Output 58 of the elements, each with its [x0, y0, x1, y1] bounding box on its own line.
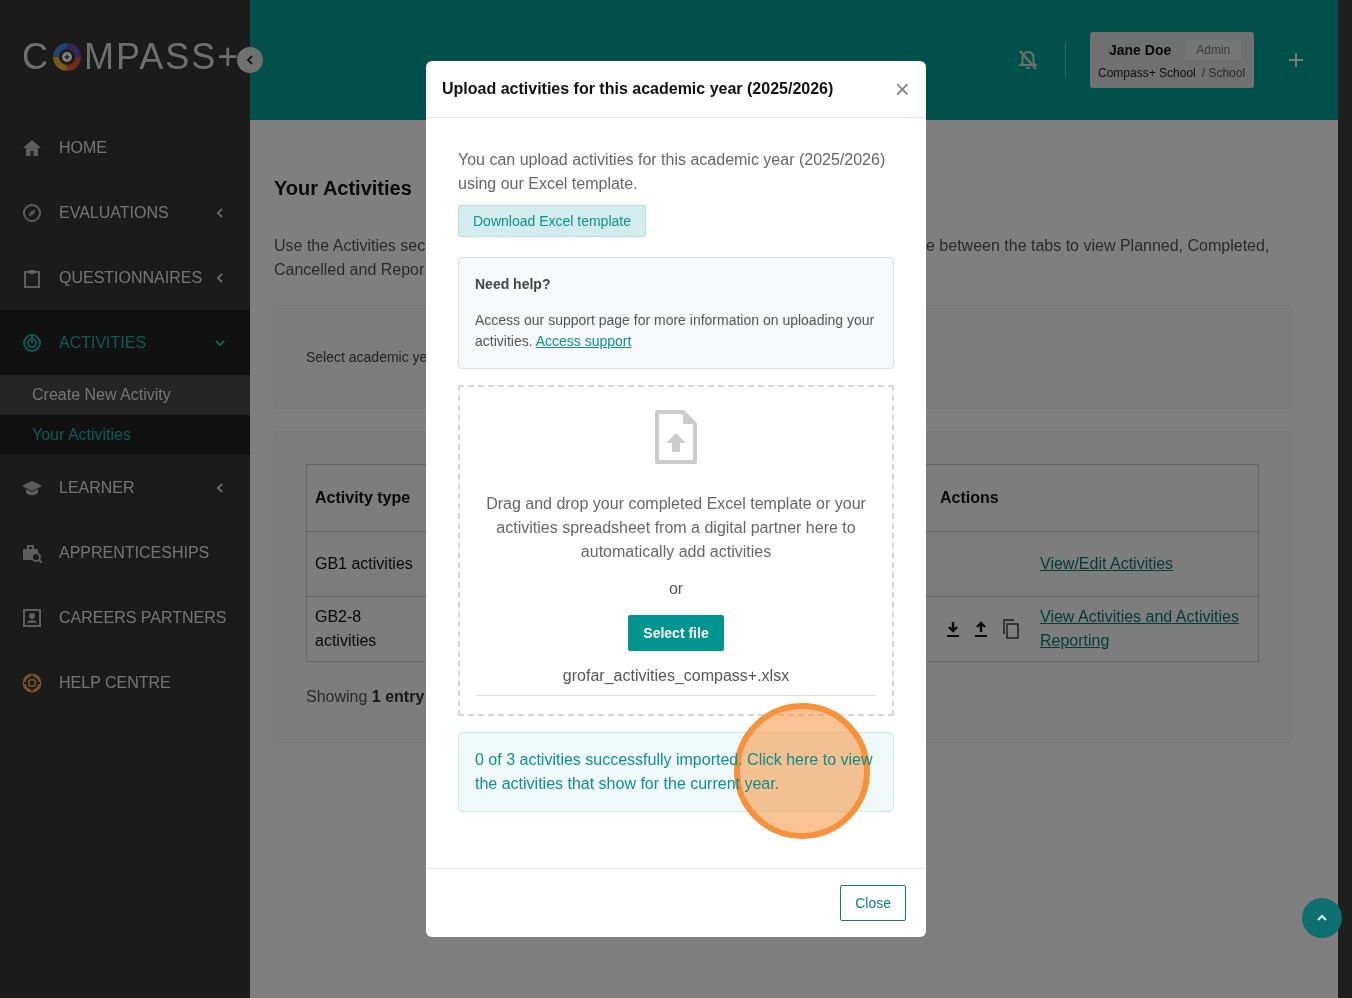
- intro-text: You can upload activities for this academic year (2025/2026) using our Excel template.: [458, 150, 887, 194]
- briefcase-search-icon: [22, 542, 42, 563]
- nav-item[interactable]: CAREERS PARTNERS: [0, 585, 250, 650]
- description-text: Use the Activities sec: [274, 236, 426, 256]
- page-title: Your Activities: [274, 176, 413, 200]
- nav-item[interactable]: EVALUATIONS: [0, 180, 250, 245]
- nav-item[interactable]: HOME: [0, 115, 250, 180]
- nav-subitem[interactable]: Your Activities: [0, 415, 250, 455]
- file-upload-icon: [654, 409, 698, 465]
- download-button[interactable]: Download Excel template: [458, 205, 646, 237]
- school-type: / School: [1201, 66, 1246, 80]
- drop-zone[interactable]: Drag and drop your completed Excel template or your activities spreadsheet from a digital partner here to automatically add activities or Select file grofar_activities_compass+.xlsx: [458, 385, 894, 716]
- chevron-left-icon: [246, 55, 254, 65]
- user-card[interactable]: Jane Doe Admin Compass+ School / School: [1090, 32, 1254, 88]
- nav-item[interactable]: ACTIVITIES: [0, 310, 250, 375]
- column-header: Activity type: [314, 488, 412, 508]
- close-button[interactable]: Close: [840, 885, 906, 921]
- upload-icon: [974, 621, 988, 637]
- user-name: Jane Doe: [1108, 42, 1172, 58]
- nav-item[interactable]: HELP CENTRE: [0, 650, 250, 715]
- plus-icon: [1288, 52, 1304, 68]
- compass-icon: [22, 202, 42, 223]
- clipboard-icon: [22, 267, 42, 288]
- dialog-title: Upload activities for this academic year (2025/2026): [442, 80, 834, 98]
- collapse-button[interactable]: [237, 47, 263, 73]
- id-card-icon: [22, 607, 42, 628]
- logo-text: C: [22, 36, 50, 77]
- logo-text: MPASS+: [84, 36, 241, 77]
- table-cell-text: GB2-8 activities: [314, 607, 378, 651]
- select-file-button[interactable]: Select file: [628, 615, 724, 651]
- field-label: Select academic ye: [306, 349, 428, 365]
- description-text: Cancelled and Repor: [274, 260, 426, 280]
- download-icon: [946, 621, 960, 637]
- nav-item[interactable]: LEARNER: [0, 455, 250, 520]
- table-cell-text: GB1 activities: [314, 554, 414, 574]
- nav-item[interactable]: QUESTIONNAIRES: [0, 245, 250, 310]
- copy-icon: [1002, 619, 1020, 639]
- description-text: e between the tabs to view Planned, Completed,: [926, 236, 1271, 256]
- link[interactable]: View/Edit Activities: [1040, 552, 1250, 576]
- role-badge: Admin: [1185, 40, 1242, 60]
- nav-subitem[interactable]: Create New Activity: [0, 375, 250, 415]
- help-title: Need help?: [475, 276, 552, 292]
- home-icon: [22, 137, 42, 158]
- lifebuoy-icon: [22, 672, 42, 693]
- file-name: grofar_activities_compass+.xlsx: [476, 667, 876, 696]
- link[interactable]: Access support: [535, 333, 632, 349]
- help-text: Access our support page for more information on uploading your activities. Access support: [475, 311, 876, 351]
- drop-instructions: Drag and drop your completed Excel template or your activities spreadsheet from a digital partner here to automatically add activities: [485, 494, 867, 562]
- or-text: or: [668, 580, 684, 598]
- logo-ring-icon: [52, 41, 82, 72]
- bell-off-icon: [1017, 49, 1039, 71]
- target-icon: [22, 332, 42, 353]
- column-header: Actions: [939, 488, 1000, 508]
- close-button[interactable]: ×: [894, 79, 910, 99]
- entries-count: Showing 1 entry: [306, 688, 426, 706]
- nav-item[interactable]: APPRENTICESHIPS: [0, 520, 250, 585]
- link[interactable]: View Activities and Activities Reporting: [1040, 605, 1250, 653]
- school-name: Compass+ School: [1098, 66, 1196, 80]
